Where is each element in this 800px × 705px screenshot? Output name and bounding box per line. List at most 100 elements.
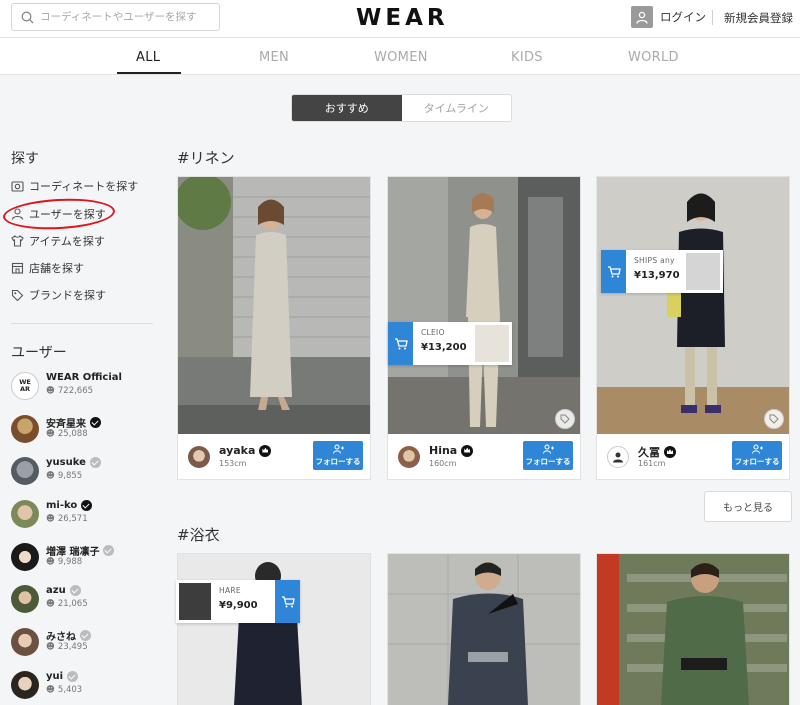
user-name: みさね (46, 628, 91, 643)
tab-women[interactable]: WOMEN (374, 50, 428, 65)
coordinate-photo[interactable] (178, 177, 370, 434)
person-icon: ☻ (46, 642, 55, 652)
user-item[interactable]: azu ☻ 21,065 (11, 585, 161, 615)
person-icon: ☻ (46, 471, 55, 481)
person-icon: ☻ (46, 514, 55, 524)
user-name[interactable]: Hina (429, 444, 474, 457)
wear-logo[interactable]: WEAR (356, 5, 449, 31)
item-price: ¥13,200 (421, 342, 467, 353)
user-name: 安斉星来 (46, 415, 101, 430)
verified-icon (103, 545, 115, 556)
user-item[interactable]: みさね ☻ 23,495 (11, 628, 161, 658)
search-input[interactable] (40, 8, 215, 26)
item-thumbnail (686, 253, 720, 290)
person-icon: ☻ (46, 386, 55, 396)
tag-icon[interactable] (555, 409, 575, 429)
user-item-wear-official[interactable]: WE AR WEAR Official ☻ 722,665 (11, 372, 161, 402)
user-item[interactable]: 安斉星来 ☻ 25,088 (11, 415, 161, 445)
user-height: 160cm (429, 459, 457, 468)
nav-find-stores[interactable]: 店舗を探す (11, 259, 84, 277)
verified-icon (67, 671, 79, 682)
coordinate-card[interactable] (596, 553, 790, 705)
section-title[interactable]: #浴衣 (177, 524, 220, 545)
coordinate-card[interactable]: HARE ¥9,900 (176, 553, 371, 705)
item-price-tag[interactable]: CLEIO ¥13,200 (388, 322, 512, 365)
coordinate-photo[interactable] (178, 554, 370, 705)
search-box[interactable] (11, 3, 220, 31)
category-tabs: ALL MEN WOMEN KIDS WORLD (0, 38, 800, 75)
avatar[interactable] (398, 446, 420, 468)
coordinate-card[interactable]: ayaka 153cm フォローする (177, 176, 371, 480)
crown-icon (461, 444, 474, 457)
toggle-recommended[interactable]: おすすめ (292, 95, 402, 121)
coordinate-card[interactable]: SHIPS any ¥13,970 久冨 161cm フォローする (596, 176, 790, 480)
avatar (11, 457, 39, 485)
active-tab-indicator (117, 72, 181, 74)
user-item[interactable]: yusuke ☻ 9,855 (11, 457, 161, 487)
user-item[interactable]: 増澤 瑞凛子 ☻ 9,988 (11, 543, 161, 573)
header-divider (712, 10, 713, 25)
nav-find-coordinates[interactable]: コーディネートを探す (11, 177, 138, 195)
coordinate-photo[interactable] (597, 177, 789, 434)
coordinate-card[interactable] (387, 553, 581, 705)
crown-icon (259, 444, 272, 457)
shirt-icon (11, 235, 24, 247)
avatar (11, 500, 39, 528)
login-link[interactable]: ログイン (631, 6, 706, 28)
follower-count: ☻ 21,065 (46, 599, 88, 609)
red-circle-annotation (2, 196, 116, 232)
follower-count: ☻ 9,855 (46, 471, 83, 481)
user-name: yui (46, 671, 79, 682)
verified-icon (89, 457, 101, 468)
follow-button[interactable]: フォローする (523, 441, 573, 470)
follower-count: ☻ 25,088 (46, 429, 88, 439)
item-thumbnail (179, 583, 211, 620)
avatar[interactable] (188, 446, 210, 468)
default-avatar-icon (613, 452, 623, 463)
user-name: azu (46, 585, 81, 596)
register-link[interactable]: 新規会員登録 (724, 10, 793, 26)
coordinate-photo[interactable] (388, 554, 580, 705)
more-button[interactable]: もっと見る (704, 491, 792, 522)
tag-icon[interactable] (764, 409, 784, 429)
toggle-timeline[interactable]: タイムライン (402, 95, 512, 121)
item-brand: HARE (219, 586, 241, 595)
add-user-icon (542, 444, 554, 454)
person-icon: ☻ (46, 557, 55, 567)
user-name[interactable]: ayaka (219, 444, 272, 457)
user-height: 161cm (638, 459, 666, 468)
verified-icon (80, 630, 91, 641)
tab-men[interactable]: MEN (259, 50, 289, 65)
add-user-icon (332, 444, 344, 454)
user-name: mi-ko (46, 500, 93, 511)
user-item[interactable]: mi-ko ☻ 26,571 (11, 500, 161, 530)
cart-icon (388, 322, 413, 365)
tab-world[interactable]: WORLD (628, 50, 679, 65)
item-price-tag[interactable]: HARE ¥9,900 (176, 580, 300, 623)
tab-kids[interactable]: KIDS (511, 50, 543, 65)
cart-icon (275, 580, 300, 623)
item-price-tag[interactable]: SHIPS any ¥13,970 (601, 250, 723, 293)
user-item[interactable]: yui ☻ 5,403 (11, 671, 161, 701)
follow-button[interactable]: フォローする (313, 441, 363, 470)
follower-count: ☻ 722,665 (46, 386, 94, 396)
tag-icon (11, 289, 24, 301)
item-price: ¥13,970 (634, 270, 680, 281)
coordinate-photo[interactable] (597, 554, 789, 705)
card-footer: ayaka 153cm フォローする (178, 434, 370, 479)
coordinate-card[interactable]: CLEIO ¥13,200 Hina 160cm フォローする (387, 176, 581, 480)
login-label: ログイン (660, 10, 706, 24)
coordinate-photo[interactable] (388, 177, 580, 434)
section-title[interactable]: #リネン (177, 147, 235, 168)
nav-find-brands[interactable]: ブランドを探す (11, 286, 106, 304)
nav-find-items[interactable]: アイテムを探す (11, 232, 105, 250)
card-footer: 久冨 161cm フォローする (597, 434, 789, 479)
wear-logo-mark: WE AR (19, 378, 31, 393)
tab-all[interactable]: ALL (136, 50, 160, 65)
nav-label: ブランドを探す (29, 289, 106, 302)
user-name[interactable]: 久冨 (638, 444, 676, 460)
user-icon (631, 6, 653, 28)
follow-button[interactable]: フォローする (732, 441, 782, 470)
user-name: 増澤 瑞凛子 (46, 543, 115, 558)
avatar[interactable] (607, 446, 629, 468)
